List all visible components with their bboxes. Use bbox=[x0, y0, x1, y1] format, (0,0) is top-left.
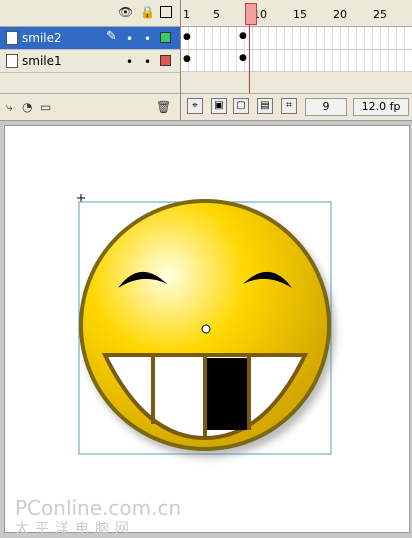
center-frame-icon[interactable]: ⌖ bbox=[187, 98, 203, 114]
keyframe-icon[interactable]: ● bbox=[183, 54, 191, 64]
frames-panel: 1 5 10 15 20 25 ● ● ● ● ⌖ ▣ ▢ ▤ ⌗ 9 12.0… bbox=[181, 0, 412, 120]
playhead[interactable] bbox=[245, 3, 257, 25]
edit-multiple-frames-icon[interactable]: ▤ bbox=[257, 98, 273, 114]
stage-canvas[interactable]: PConline.com.cn 太平洋电脑网 bbox=[4, 125, 410, 537]
frame-row-smile1: ● ● bbox=[181, 49, 412, 72]
ruler-tick: 1 bbox=[183, 8, 190, 21]
ruler-tick: 15 bbox=[293, 8, 307, 21]
missing-tooth bbox=[205, 358, 249, 430]
insert-layer-icon[interactable]: ⤷ bbox=[6, 100, 13, 115]
current-frame-field[interactable]: 9 bbox=[305, 98, 347, 116]
pencil-icon: ✎ bbox=[106, 29, 117, 44]
layer-name: smile2 bbox=[22, 31, 62, 45]
watermark-line2: 太平洋电脑网 bbox=[15, 521, 135, 537]
timeline-panel: 👁 🔒 smile2 ✎ • • smile1 • • ⤷ ◔ ▭ 🗑 1 5 … bbox=[0, 0, 412, 121]
playhead-line bbox=[249, 24, 250, 94]
layer-page-icon bbox=[6, 31, 18, 45]
frame-toolbar: ⌖ ▣ ▢ ▤ ⌗ 9 12.0 fp bbox=[181, 93, 412, 120]
insert-folder-icon[interactable]: ▭ bbox=[40, 100, 51, 114]
keyframe-icon[interactable]: ● bbox=[183, 32, 191, 42]
smiley-drawing[interactable] bbox=[5, 126, 409, 532]
layers-panel: 👁 🔒 smile2 ✎ • • smile1 • • ⤷ ◔ ▭ 🗑 bbox=[0, 0, 181, 120]
layer-name: smile1 bbox=[22, 54, 62, 68]
layer-color-swatch[interactable] bbox=[160, 55, 171, 66]
frame-ruler: 1 5 10 15 20 25 bbox=[181, 0, 412, 27]
trash-icon[interactable]: 🗑 bbox=[156, 100, 171, 114]
ruler-tick: 25 bbox=[373, 8, 387, 21]
frame-row-smile2: ● ● bbox=[181, 27, 412, 50]
ruler-tick: 5 bbox=[213, 8, 220, 21]
layer-page-icon bbox=[6, 54, 18, 68]
visibility-dot[interactable]: • bbox=[126, 55, 133, 69]
add-guide-layer-icon[interactable]: ◔ bbox=[22, 100, 32, 114]
visibility-dot[interactable]: • bbox=[126, 32, 133, 46]
eye-icon[interactable]: 👁 bbox=[118, 6, 133, 18]
modify-onion-markers-icon[interactable]: ⌗ bbox=[281, 98, 297, 114]
watermark-line1: PConline.com.cn bbox=[15, 496, 182, 520]
layer-color-swatch[interactable] bbox=[160, 32, 171, 43]
outline-icon[interactable] bbox=[160, 6, 172, 18]
layer-smile1[interactable]: smile1 • • bbox=[0, 50, 180, 73]
lock-icon[interactable]: 🔒 bbox=[140, 6, 155, 18]
stage-area: PConline.com.cn 太平洋电脑网 bbox=[0, 121, 412, 537]
lock-dot[interactable]: • bbox=[144, 32, 151, 46]
frame-grid[interactable]: ● ● ● ● bbox=[181, 27, 412, 72]
layer-smile2[interactable]: smile2 ✎ • • bbox=[0, 27, 180, 50]
layer-header: 👁 🔒 bbox=[0, 0, 180, 27]
keyframe-icon[interactable]: ● bbox=[239, 53, 247, 63]
onion-skin-icon[interactable]: ▣ bbox=[211, 98, 227, 114]
frame-rate-field[interactable]: 12.0 fp bbox=[353, 98, 409, 116]
lock-dot[interactable]: • bbox=[144, 55, 151, 69]
ruler-tick: 20 bbox=[333, 8, 347, 21]
onion-skin-outlines-icon[interactable]: ▢ bbox=[233, 98, 249, 114]
keyframe-icon[interactable]: ● bbox=[239, 31, 247, 41]
layer-toolbar: ⤷ ◔ ▭ 🗑 bbox=[0, 93, 180, 120]
transform-point[interactable] bbox=[201, 324, 211, 334]
